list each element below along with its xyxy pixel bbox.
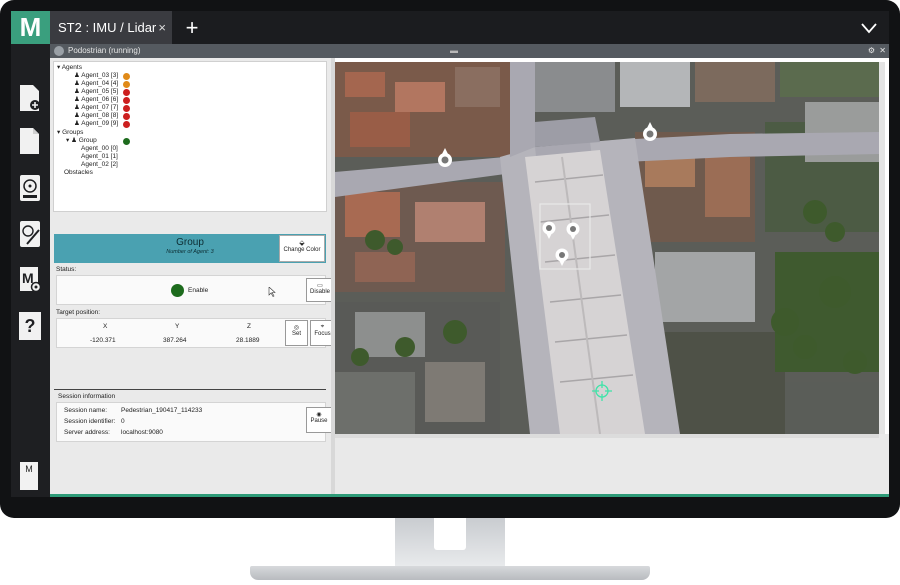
session-id-value: 0 — [121, 418, 125, 425]
session-separator — [54, 389, 326, 390]
tree-group-member[interactable]: Agent_02 [2] — [81, 161, 118, 169]
map-footer-area — [335, 434, 889, 494]
tree-agent-06[interactable]: ♟ Agent_06 [6] — [74, 96, 118, 104]
add-tab-button[interactable]: + — [181, 11, 203, 44]
tab-close-button[interactable]: × — [158, 11, 166, 44]
agent-label: Agent_07 [7] — [81, 104, 119, 111]
aerial-map-view[interactable] — [335, 62, 879, 434]
session-name-label: Session name: — [64, 407, 107, 414]
paint-bucket-icon: ⬙ — [299, 240, 305, 247]
tree-agent-08[interactable]: ♟ Agent_08 [8] — [74, 112, 118, 120]
enable-label: Enable — [188, 287, 209, 294]
tree-group-member[interactable]: Agent_00 [0] — [81, 145, 118, 153]
group-label: Group — [78, 137, 97, 144]
globe-icon — [54, 46, 64, 56]
control-panel: ▾ Agents ♟ Agent_03 [3] ♟ Agent_04 [4] ♟… — [50, 58, 335, 494]
tab-bar: M ST2 : IMU / Lidar × + — [11, 11, 889, 44]
agent-color-dot — [123, 104, 130, 112]
change-color-label: Change Color — [283, 247, 321, 253]
mouse-cursor-icon — [268, 287, 276, 297]
subwindow-titlebar: Podostrian (running) ▬ ⚙ ✕ — [50, 44, 889, 58]
session-title: Session information — [58, 393, 116, 400]
tree-group-member[interactable]: Agent_01 [1] — [81, 153, 118, 161]
map-vertical-scrollbar[interactable] — [879, 62, 885, 434]
disable-label: Disable — [309, 289, 330, 295]
svg-text:M: M — [22, 270, 34, 286]
subwindow-title: Podostrian (running) — [68, 46, 141, 55]
status-bar — [50, 494, 889, 497]
sidebar-bottom-button[interactable]: M — [20, 462, 38, 490]
target-position-label: Target position: — [56, 309, 101, 316]
document-icon[interactable] — [19, 127, 41, 155]
chevron-down-icon[interactable] — [861, 20, 877, 36]
tree-agent-04[interactable]: ♟ Agent_04 [4] — [74, 80, 118, 88]
tree-node-obstacles[interactable]: Obstacles — [64, 169, 93, 177]
agent-label: Agent_09 [9] — [81, 120, 119, 127]
sidebar: M ? M — [11, 44, 50, 497]
z-value[interactable]: 28.1889 — [236, 337, 260, 344]
y-label: Y — [175, 323, 180, 330]
tab-st2[interactable]: ST2 : IMU / Lidar × — [50, 11, 172, 44]
tree-agent-07[interactable]: ♟ Agent_07 [7] — [74, 104, 118, 112]
agent-color-dot — [123, 120, 130, 128]
change-color-button[interactable]: ⬙ Change Color — [279, 235, 325, 262]
map-horizontal-scrollbar[interactable] — [335, 434, 879, 438]
x-label: X — [103, 323, 108, 330]
disk-icon[interactable] — [19, 174, 41, 202]
agent-color-dot — [123, 72, 130, 80]
agent-label: Agent_06 [6] — [81, 96, 119, 103]
agent-color-dot — [123, 88, 130, 96]
session-name-value: Pedestrian_190417_114233 — [121, 407, 203, 414]
tree-agent-09[interactable]: ♟ Agent_09 [9] — [74, 120, 118, 128]
server-address-value: localhost:9080 — [121, 429, 163, 436]
toggle-icon: ▭ — [317, 283, 323, 289]
agent-label: Agent_08 [8] — [81, 112, 119, 119]
pause-button[interactable]: ◉ Pause — [306, 407, 332, 433]
monitor-stand-notch — [434, 518, 466, 550]
group-header: Group Number of Agent: 3 ⬙ Change Color — [54, 234, 326, 263]
set-button[interactable]: ◎ Set — [285, 320, 308, 346]
session-id-label: Session identifier: — [64, 418, 116, 425]
status-indicator — [171, 284, 184, 297]
x-value[interactable]: -120.371 — [90, 337, 116, 344]
agent-label: Agent_05 [5] — [81, 88, 119, 95]
tree-agent-05[interactable]: ♟ Agent_05 [5] — [74, 88, 118, 96]
scene-tree: ▾ Agents ♟ Agent_03 [3] ♟ Agent_04 [4] ♟… — [53, 61, 327, 212]
agent-color-dot — [123, 112, 130, 120]
groups-label: Groups — [62, 129, 84, 136]
disable-button[interactable]: ▭ Disable — [306, 278, 334, 302]
target-icon: ◎ — [293, 325, 300, 331]
set-label: Set — [291, 331, 301, 337]
gear-icon[interactable]: ⚙ — [868, 44, 875, 58]
screen: M ST2 : IMU / Lidar × + Podostrian (runn… — [11, 11, 889, 497]
tree-node-agents[interactable]: ▾ Agents — [57, 64, 82, 72]
tree-agent-03[interactable]: ♟ Agent_03 [3] — [74, 72, 118, 80]
agent-color-dot — [123, 80, 130, 88]
agent-label: Agent_03 [3] — [81, 72, 119, 79]
agent-label: Agent_04 [4] — [81, 80, 119, 87]
tab-title: ST2 : IMU / Lidar — [58, 20, 157, 35]
pause-icon: ◉ — [316, 412, 322, 418]
agent-color-dot — [123, 96, 130, 104]
server-address-label: Server address: — [64, 429, 110, 436]
app-logo[interactable]: M — [11, 11, 50, 44]
help-icon[interactable]: ? — [19, 312, 41, 340]
drag-handle[interactable]: ▬ — [450, 44, 458, 58]
tree-node-groups[interactable]: ▾ Groups — [57, 129, 83, 137]
status-label: Status: — [56, 266, 77, 273]
monitor-stand-base — [250, 566, 650, 580]
tree-group[interactable]: ▾ ♟ Group — [66, 137, 97, 145]
pause-label: Pause — [310, 418, 328, 424]
group-color-dot — [123, 137, 130, 145]
edit-disk-icon[interactable] — [19, 220, 41, 248]
y-value[interactable]: 387.264 — [163, 337, 187, 344]
new-file-icon[interactable] — [19, 84, 41, 112]
settings-icon[interactable]: M — [19, 266, 41, 294]
agents-label: Agents — [61, 64, 82, 71]
close-icon[interactable]: ✕ — [879, 44, 886, 58]
z-label: Z — [247, 323, 251, 330]
